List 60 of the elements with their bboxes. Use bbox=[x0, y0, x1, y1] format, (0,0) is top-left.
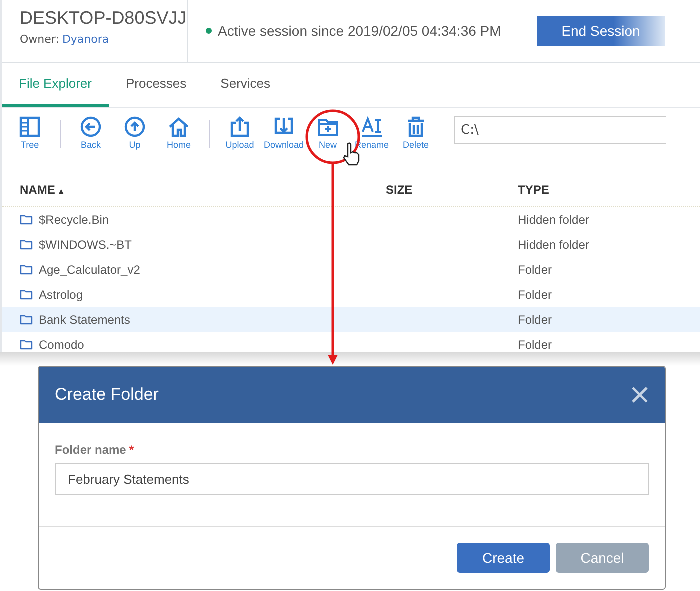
toolbar-button[interactable]: Home bbox=[166, 140, 191, 150]
end-session-button[interactable]: End Session bbox=[537, 16, 665, 46]
device-name: DESKTOP-D80SVJJ bbox=[20, 8, 187, 29]
file-name: $Recycle.Bin bbox=[39, 212, 110, 226]
file-name: Astrolog bbox=[39, 288, 84, 302]
create-button[interactable]: Create bbox=[457, 543, 550, 573]
upload-icon bbox=[229, 116, 251, 138]
owner-link[interactable]: Dyanora bbox=[62, 33, 110, 46]
file-row[interactable]: $WINDOWS.~BT Hidden folder bbox=[2, 232, 700, 257]
folder-icon bbox=[20, 264, 33, 275]
file-type: Hidden folder bbox=[518, 238, 590, 252]
folder-icon bbox=[20, 239, 33, 250]
file-row[interactable]: Age_Calculator_v2 Folder bbox=[2, 257, 700, 282]
session-status: Active session since 2019/02/05 04:34:36 PM bbox=[218, 23, 502, 39]
toolbar-button[interactable]: New bbox=[318, 140, 337, 150]
field-label: Folder name bbox=[55, 443, 126, 457]
up-icon bbox=[124, 116, 146, 138]
file-row[interactable]: Astrolog Folder bbox=[2, 282, 700, 307]
file-row[interactable]: Bank Statements Folder bbox=[2, 307, 700, 332]
folder-icon bbox=[20, 214, 33, 225]
folder-name-field[interactable]: February Statements bbox=[55, 463, 649, 495]
toolbar-button[interactable]: Up bbox=[129, 140, 141, 150]
folder-icon bbox=[20, 339, 33, 350]
folder-icon bbox=[20, 289, 33, 300]
tab[interactable]: Processes bbox=[108, 63, 204, 107]
trash-icon bbox=[405, 116, 427, 138]
tree-icon bbox=[19, 116, 41, 138]
toolbar-button[interactable]: Download bbox=[264, 140, 304, 150]
file-type: Folder bbox=[518, 262, 554, 276]
toolbar-button[interactable]: Tree bbox=[20, 140, 40, 150]
file-name: Comodo bbox=[39, 338, 84, 352]
file-row[interactable]: Comodo Folder bbox=[2, 332, 700, 357]
home-icon bbox=[168, 116, 190, 138]
required-mark: * bbox=[129, 443, 134, 457]
column-header[interactable]: TYPE bbox=[518, 183, 700, 197]
tab[interactable]: File Explorer bbox=[2, 63, 109, 107]
path-field[interactable]: C:\ bbox=[454, 116, 666, 144]
file-name: $WINDOWS.~BT bbox=[39, 238, 132, 252]
file-type: Folder bbox=[518, 312, 554, 326]
file-row[interactable]: $Recycle.Bin Hidden folder bbox=[2, 207, 700, 232]
new-folder-icon bbox=[317, 116, 339, 138]
toolbar-button[interactable]: Delete bbox=[402, 140, 429, 150]
owner-label: Owner: bbox=[20, 33, 60, 46]
status-dot bbox=[206, 28, 212, 34]
folder-icon bbox=[20, 314, 33, 325]
toolbar-button[interactable]: Upload bbox=[226, 140, 254, 150]
close-icon[interactable] bbox=[631, 386, 649, 404]
tab[interactable]: Services bbox=[204, 63, 288, 107]
back-icon bbox=[80, 116, 102, 138]
dialog-title: Create Folder bbox=[55, 385, 159, 405]
file-type: Folder bbox=[518, 288, 554, 302]
column-header[interactable]: NAME ▲ bbox=[20, 183, 386, 197]
sort-indicator: ▲ bbox=[57, 187, 66, 196]
column-header[interactable]: SIZE bbox=[386, 183, 518, 197]
file-name: Bank Statements bbox=[39, 312, 130, 326]
file-name: Age_Calculator_v2 bbox=[39, 262, 140, 276]
file-type: Hidden folder bbox=[518, 212, 590, 226]
file-type: Folder bbox=[518, 338, 554, 352]
rename-icon bbox=[361, 116, 383, 138]
toolbar-button[interactable]: Back bbox=[80, 140, 101, 150]
